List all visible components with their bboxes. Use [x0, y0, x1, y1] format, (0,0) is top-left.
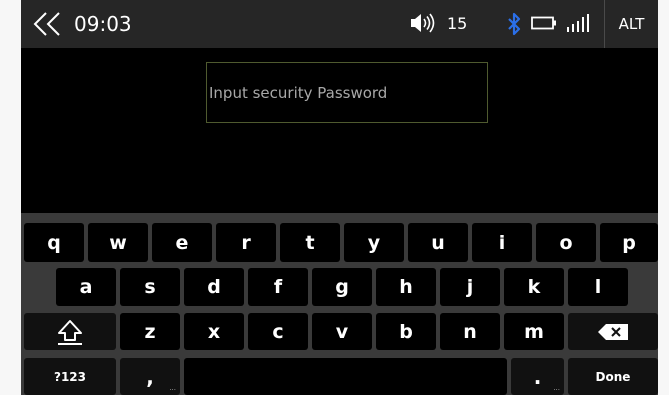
key-p[interactable]: p [600, 223, 658, 262]
done-key[interactable]: Done [568, 358, 658, 395]
signal-bars-icon [567, 14, 589, 32]
key-i[interactable]: i [472, 223, 532, 262]
clock-time: 09:03 [74, 12, 132, 36]
key-g[interactable]: g [312, 268, 372, 306]
key-e[interactable]: e [152, 223, 212, 262]
key-c[interactable]: c [248, 313, 308, 350]
key-m[interactable]: m [504, 313, 564, 350]
key-o[interactable]: o [536, 223, 596, 262]
key-s[interactable]: s [120, 268, 180, 306]
backspace-key[interactable] [568, 313, 658, 350]
key-b[interactable]: b [376, 313, 436, 350]
device-screen: 09:03 15 ALT q w e r t y u i o p a s d f… [21, 0, 658, 395]
shift-arrow-icon [58, 319, 82, 345]
key-v[interactable]: v [312, 313, 372, 350]
period-label: . [533, 364, 542, 389]
period-key[interactable]: . ... [511, 358, 564, 395]
left-frame-border [0, 0, 21, 395]
key-d[interactable]: d [184, 268, 244, 306]
key-n[interactable]: n [440, 313, 500, 350]
speaker-icon[interactable] [410, 13, 442, 33]
shift-key[interactable] [24, 313, 116, 350]
key-k[interactable]: k [504, 268, 564, 306]
key-a[interactable]: a [56, 268, 116, 306]
key-w[interactable]: w [88, 223, 148, 262]
password-field[interactable] [206, 62, 488, 123]
double-chevron-left-icon[interactable] [31, 11, 63, 37]
battery-icon [531, 16, 556, 30]
key-f[interactable]: f [248, 268, 308, 306]
symbols-key[interactable]: ?123 [24, 358, 116, 395]
password-input[interactable] [209, 81, 479, 105]
volume-level: 15 [447, 14, 468, 33]
key-q[interactable]: q [24, 223, 84, 262]
key-y[interactable]: y [344, 223, 404, 262]
right-frame-border [658, 0, 669, 395]
key-u[interactable]: u [408, 223, 468, 262]
bluetooth-icon [508, 12, 521, 36]
status-bar: 09:03 15 ALT [21, 0, 658, 48]
key-x[interactable]: x [184, 313, 244, 350]
key-z[interactable]: z [120, 313, 180, 350]
comma-label: , [146, 364, 154, 389]
period-hint: ... [553, 384, 560, 392]
key-t[interactable]: t [280, 223, 340, 262]
key-r[interactable]: r [216, 223, 276, 262]
on-screen-keyboard: q w e r t y u i o p a s d f g h j k l z … [21, 213, 658, 395]
alt-button[interactable]: ALT [605, 0, 658, 48]
comma-hint: ... [169, 384, 176, 392]
backspace-icon [598, 323, 628, 340]
key-h[interactable]: h [376, 268, 436, 306]
key-j[interactable]: j [440, 268, 500, 306]
key-l[interactable]: l [568, 268, 628, 306]
space-key[interactable] [184, 358, 507, 395]
comma-key[interactable]: , ... [120, 358, 180, 395]
